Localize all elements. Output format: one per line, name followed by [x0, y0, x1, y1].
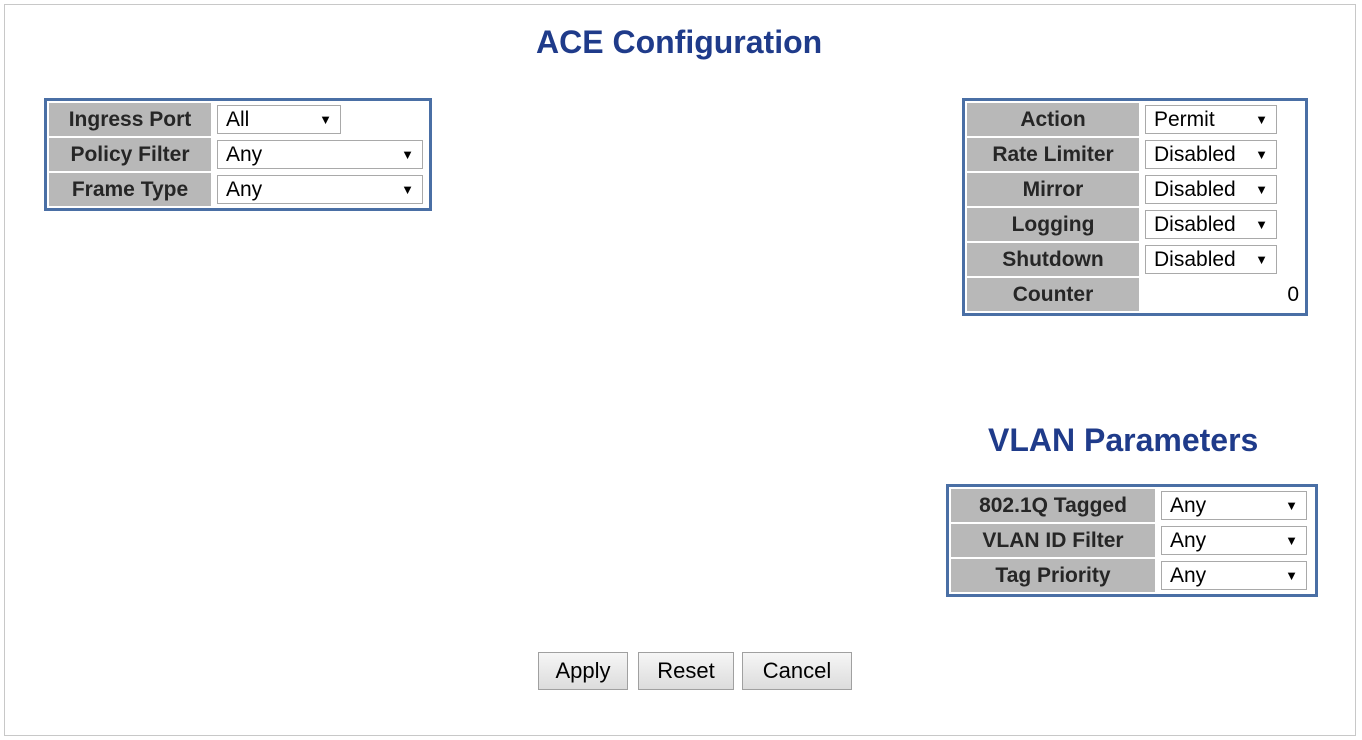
frame-type-label: Frame Type [49, 173, 211, 206]
ingress-port-select[interactable]: All ▼ [217, 105, 341, 134]
dropdown-arrow-icon: ▼ [1285, 533, 1298, 548]
mirror-select[interactable]: Disabled ▼ [1145, 175, 1277, 204]
vlan-id-filter-select[interactable]: Any ▼ [1161, 526, 1307, 555]
vlan-id-filter-label: VLAN ID Filter [951, 524, 1155, 557]
table-row: Frame Type Any ▼ [49, 173, 427, 206]
table-row: Logging Disabled ▼ [967, 208, 1303, 241]
dropdown-arrow-icon: ▼ [1255, 147, 1268, 162]
table-row: Mirror Disabled ▼ [967, 173, 1303, 206]
action-label: Action [967, 103, 1139, 136]
dropdown-arrow-icon: ▼ [401, 182, 414, 197]
dropdown-arrow-icon: ▼ [1255, 182, 1268, 197]
tagged-label: 802.1Q Tagged [951, 489, 1155, 522]
table-row: Counter 0 [967, 278, 1303, 311]
rate-limiter-select[interactable]: Disabled ▼ [1145, 140, 1277, 169]
apply-button[interactable]: Apply [538, 652, 628, 690]
tag-priority-select[interactable]: Any ▼ [1161, 561, 1307, 590]
table-row: Action Permit ▼ [967, 103, 1303, 136]
policy-filter-label: Policy Filter [49, 138, 211, 171]
table-row: Policy Filter Any ▼ [49, 138, 427, 171]
counter-label: Counter [967, 278, 1139, 311]
policy-filter-select[interactable]: Any ▼ [217, 140, 423, 169]
vlan-parameters-title: VLAN Parameters [988, 422, 1259, 458]
table-row: Tag Priority Any ▼ [951, 559, 1313, 592]
dropdown-arrow-icon: ▼ [401, 147, 414, 162]
mirror-label: Mirror [967, 173, 1139, 206]
counter-value: 0 [1141, 278, 1303, 311]
table-row: Shutdown Disabled ▼ [967, 243, 1303, 276]
dropdown-arrow-icon: ▼ [1255, 217, 1268, 232]
tag-priority-label: Tag Priority [951, 559, 1155, 592]
dropdown-arrow-icon: ▼ [1285, 568, 1298, 583]
action-select[interactable]: Permit ▼ [1145, 105, 1277, 134]
shutdown-select[interactable]: Disabled ▼ [1145, 245, 1277, 274]
frame-type-select[interactable]: Any ▼ [217, 175, 423, 204]
dropdown-arrow-icon: ▼ [1285, 498, 1298, 513]
reset-button[interactable]: Reset [638, 652, 734, 690]
table-row: 802.1Q Tagged Any ▼ [951, 489, 1313, 522]
ingress-port-label: Ingress Port [49, 103, 211, 136]
logging-select[interactable]: Disabled ▼ [1145, 210, 1277, 239]
ace-filter-table: Ingress Port All ▼ Policy Filter Any ▼ F… [44, 98, 432, 211]
table-row: Ingress Port All ▼ [49, 103, 427, 136]
page-title: ACE Configuration [536, 24, 823, 60]
vlan-parameters-table: 802.1Q Tagged Any ▼ VLAN ID Filter Any ▼… [946, 484, 1318, 597]
table-row: Rate Limiter Disabled ▼ [967, 138, 1303, 171]
tagged-select[interactable]: Any ▼ [1161, 491, 1307, 520]
rate-limiter-label: Rate Limiter [967, 138, 1139, 171]
shutdown-label: Shutdown [967, 243, 1139, 276]
dropdown-arrow-icon: ▼ [319, 112, 332, 127]
dropdown-arrow-icon: ▼ [1255, 252, 1268, 267]
cancel-button[interactable]: Cancel [742, 652, 852, 690]
logging-label: Logging [967, 208, 1139, 241]
table-row: VLAN ID Filter Any ▼ [951, 524, 1313, 557]
dropdown-arrow-icon: ▼ [1255, 112, 1268, 127]
ace-action-table: Action Permit ▼ Rate Limiter Disabled ▼ … [962, 98, 1308, 316]
